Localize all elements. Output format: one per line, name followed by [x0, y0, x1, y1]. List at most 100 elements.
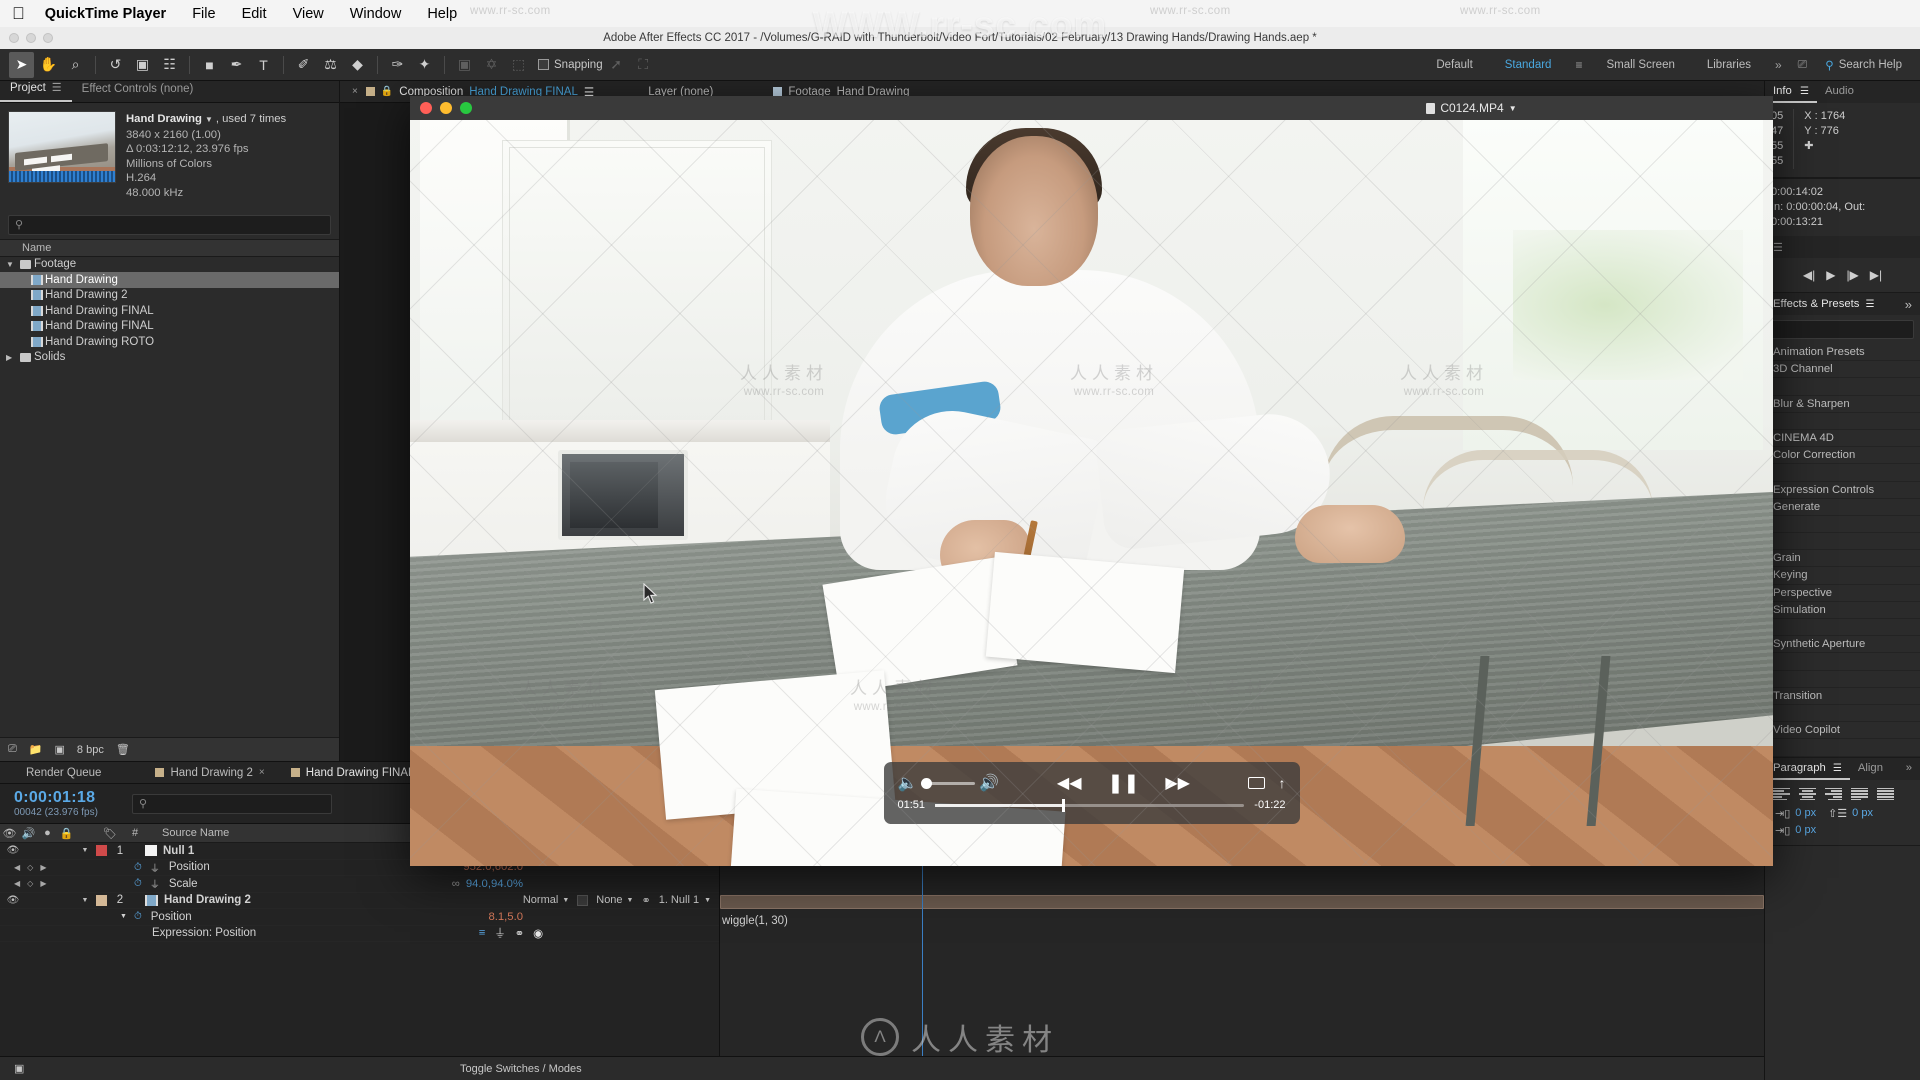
quicktime-controls[interactable]: 🔈 🔊 ◀◀ ❚❚ ▶▶ ↑ 01:51 -01:22: [883, 762, 1300, 824]
project-row-footage-folder[interactable]: ▼ Footage: [0, 257, 339, 273]
blend-mode-dropdown[interactable]: Normal ▼: [523, 894, 569, 906]
transport-controls[interactable]: ◀◀ ❚❚ ▶▶: [1057, 772, 1190, 795]
effects-list-item[interactable]: [1765, 378, 1920, 396]
ae-close-button[interactable]: [9, 33, 19, 43]
next-keyframe-icon[interactable]: ▶: [40, 879, 46, 888]
workspace-layout-icon[interactable]: ⎚: [1790, 57, 1816, 72]
disclosure-triangle-icon[interactable]: ▼: [76, 847, 94, 854]
active-app-name[interactable]: QuickTime Player: [45, 6, 166, 22]
tab-render-queue[interactable]: Render Queue: [0, 762, 113, 784]
play-button[interactable]: ▶: [1826, 268, 1835, 282]
effects-list-item[interactable]: Animation Presets: [1765, 344, 1920, 362]
effects-list-item[interactable]: Expression Controls: [1765, 482, 1920, 499]
disclosure-triangle-icon[interactable]: ▶: [6, 353, 17, 362]
project-row-hand-drawing-final-1[interactable]: Hand Drawing FINAL: [0, 303, 339, 319]
panel-menu-icon[interactable]: ☰: [1833, 763, 1842, 774]
ae-minimize-button[interactable]: [26, 33, 36, 43]
camera-tool[interactable]: ▣: [130, 52, 155, 78]
effects-list-item[interactable]: [1765, 413, 1920, 430]
keyframe-toggle-icon[interactable]: ◇: [27, 879, 33, 888]
effects-list-item[interactable]: Video Copilot: [1765, 722, 1920, 740]
quicktime-video-surface[interactable]: 人人素材 www.rr-sc.com 人人素材 www.rr-sc.com 人人素材…: [410, 120, 1773, 866]
disclosure-triangle-icon[interactable]: ▼: [120, 913, 134, 920]
property-value[interactable]: 94.0,94.0%: [466, 878, 523, 890]
preserve-transparency-toggle[interactable]: [577, 894, 589, 906]
next-frame-button[interactable]: |▶: [1846, 268, 1858, 282]
delete-icon[interactable]: 🗑: [116, 743, 130, 756]
workspace-small-screen[interactable]: Small Screen: [1590, 59, 1690, 71]
clone-stamp-tool[interactable]: ⚖: [318, 52, 343, 78]
workspace-default[interactable]: Default: [1420, 59, 1488, 71]
zoom-tool[interactable]: ⌕: [63, 52, 88, 78]
effects-list-item[interactable]: Generate: [1765, 499, 1920, 516]
project-row-hand-drawing-2[interactable]: Hand Drawing 2: [0, 288, 339, 304]
workspace-menu-icon[interactable]: ≡: [1567, 58, 1590, 72]
expression-enable-icon[interactable]: ≡: [479, 927, 486, 939]
menu-edit[interactable]: Edit: [242, 6, 267, 22]
menu-help[interactable]: Help: [427, 6, 457, 22]
comp-flowchart-icon[interactable]: ▣: [14, 1062, 24, 1075]
share-icon[interactable]: ↑: [1279, 775, 1286, 791]
last-frame-button[interactable]: ▶|: [1870, 268, 1882, 282]
project-row-solids-folder[interactable]: ▶ Solids: [0, 350, 339, 366]
brush-tool[interactable]: ✐: [291, 52, 316, 78]
new-folder-icon[interactable]: 📁: [29, 743, 43, 756]
chevron-double-right-icon[interactable]: »: [1898, 758, 1920, 780]
effects-list-item[interactable]: [1765, 533, 1920, 551]
pen-tool[interactable]: ✒: [224, 52, 249, 78]
chevron-double-right-icon[interactable]: »: [1905, 297, 1920, 312]
expression-text[interactable]: wiggle(1, 30): [722, 915, 788, 927]
pan-behind-tool[interactable]: ☷: [157, 52, 182, 78]
panel-menu-icon[interactable]: ☰: [1865, 299, 1874, 310]
justify-all-icon[interactable]: [1877, 787, 1894, 801]
ae-zoom-button[interactable]: [43, 33, 53, 43]
ae-window-controls[interactable]: [9, 33, 53, 43]
search-help-field[interactable]: ⚲ Search Help: [1815, 58, 1920, 72]
effects-list-item[interactable]: [1765, 516, 1920, 534]
workspace-standard[interactable]: Standard: [1489, 59, 1568, 71]
align-left-icon[interactable]: [1773, 787, 1790, 801]
space-before-field[interactable]: ⇧☰ 0 px: [1828, 807, 1873, 820]
volume-low-icon[interactable]: 🔈: [898, 773, 918, 793]
view-axis-mode-icon[interactable]: ⬚: [506, 52, 531, 78]
align-right-icon[interactable]: [1825, 787, 1842, 801]
roto-brush-tool[interactable]: ✑: [385, 52, 410, 78]
effects-list-item[interactable]: CINEMA 4D: [1765, 430, 1920, 448]
stopwatch-icon[interactable]: ⏱: [134, 878, 142, 889]
tab-hand-drawing-final[interactable]: Hand Drawing FINAL: [279, 762, 427, 784]
pick-whip-icon[interactable]: ⚭: [641, 894, 650, 907]
volume-slider[interactable]: [921, 777, 976, 789]
property-value[interactable]: 8.1,5.0: [488, 911, 719, 923]
disclosure-triangle-icon[interactable]: ▼: [76, 897, 94, 904]
panel-menu-icon[interactable]: ☰: [1800, 86, 1809, 97]
local-axis-mode-icon[interactable]: ▣: [452, 52, 477, 78]
keyframe-toggle-icon[interactable]: ◇: [27, 863, 33, 872]
table-row[interactable]: 👁 ▼ 2 Hand Drawing 2 Normal ▼ None ▼ ⚭ 1…: [0, 893, 719, 909]
hand-tool[interactable]: ✋: [36, 52, 61, 78]
project-row-hand-drawing-roto[interactable]: Hand Drawing ROTO: [0, 334, 339, 350]
puppet-pin-tool[interactable]: ✦: [412, 52, 437, 78]
expression-graph-icon[interactable]: ⏚: [494, 925, 505, 941]
table-row[interactable]: ▼ ⏱ Position 8.1,5.0: [0, 909, 719, 926]
new-comp-icon[interactable]: ⎚: [8, 743, 17, 756]
effects-list-item[interactable]: [1765, 619, 1920, 637]
previous-keyframe-icon[interactable]: ◀: [14, 879, 20, 888]
stopwatch-icon[interactable]: ⏱: [134, 862, 142, 873]
shape-tool[interactable]: ■: [197, 52, 222, 78]
new-footage-icon[interactable]: ▣: [55, 743, 65, 756]
chevron-down-icon[interactable]: ▼: [202, 115, 216, 124]
effects-list-item[interactable]: [1765, 464, 1920, 482]
project-search-input[interactable]: ⚲: [8, 214, 331, 235]
type-tool[interactable]: T: [251, 52, 276, 78]
timeline-search-input[interactable]: ⚲: [132, 793, 332, 814]
effects-list-item[interactable]: [1765, 671, 1920, 688]
previous-frame-button[interactable]: ◀|: [1803, 268, 1815, 282]
quicktime-titlebar[interactable]: C0124.MP4 ▼: [410, 96, 1773, 120]
eraser-tool[interactable]: ◆: [345, 52, 370, 78]
menu-window[interactable]: Window: [350, 6, 402, 22]
align-center-icon[interactable]: [1799, 787, 1816, 801]
bpc-label[interactable]: 8 bpc: [77, 744, 104, 756]
link-icon[interactable]: ∞: [452, 878, 460, 890]
parent-dropdown[interactable]: 1. Null 1 ▼: [659, 894, 711, 906]
stopwatch-icon[interactable]: ⏱: [134, 911, 142, 922]
